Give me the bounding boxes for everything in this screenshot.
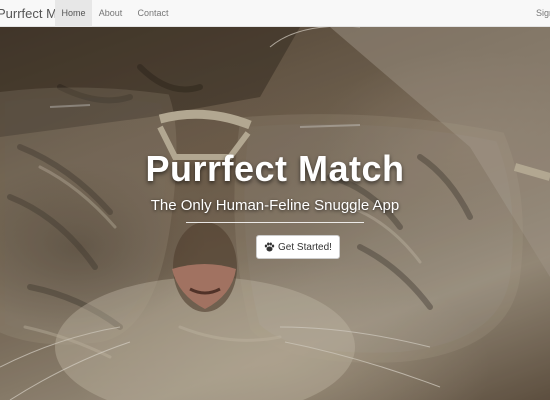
landing-page: Purrfect Match Home About Contact Sign <box>0 0 550 400</box>
hero-divider <box>186 222 364 223</box>
nav-link-contact[interactable]: Contact <box>132 0 174 27</box>
hero-title-text: Purrfect Match <box>145 148 405 189</box>
navbar: Purrfect Match Home About Contact Sign <box>0 0 550 27</box>
hero-subtitle: The Only Human-Feline Snuggle App <box>150 197 400 214</box>
nav-link-home[interactable]: Home <box>55 0 92 27</box>
get-started-label: Get Started! <box>278 241 332 253</box>
nav-link-about[interactable]: About <box>93 0 128 27</box>
get-started-button[interactable]: Get Started! <box>256 235 340 259</box>
nav-link-sign-in[interactable]: Sign <box>536 0 550 27</box>
paw-icon <box>264 242 275 252</box>
